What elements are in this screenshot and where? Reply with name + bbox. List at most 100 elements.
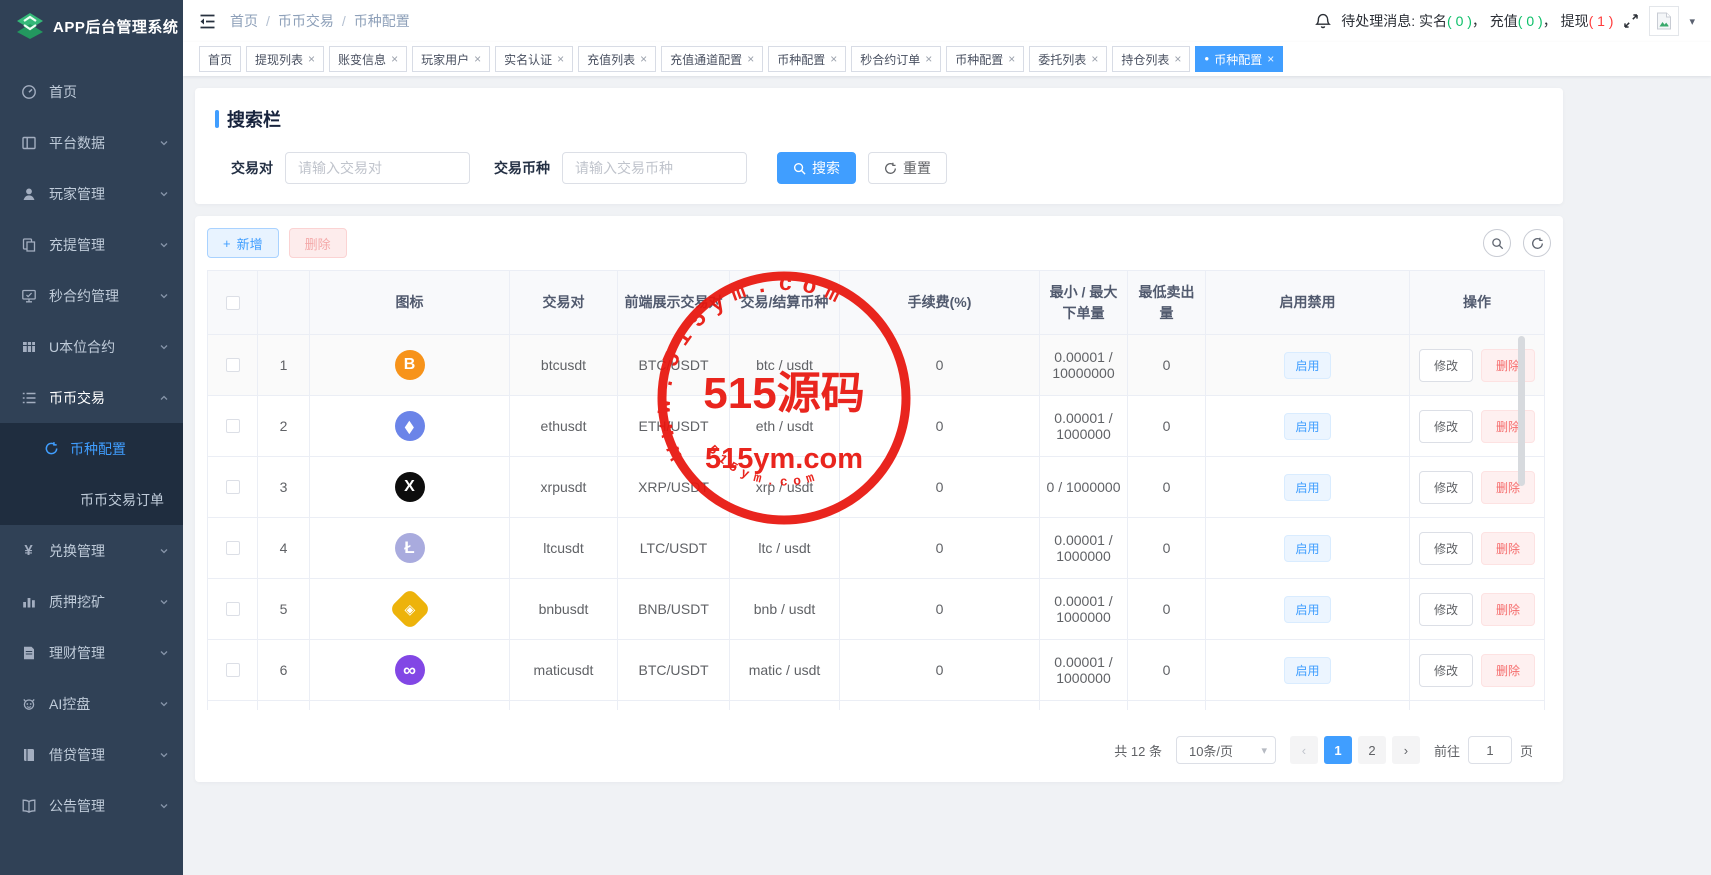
- close-icon[interactable]: ×: [1174, 52, 1181, 66]
- sidebar-item-seconds-contract[interactable]: 秒合约管理: [0, 270, 183, 321]
- close-icon[interactable]: ×: [1091, 52, 1098, 66]
- table-scrollbar-thumb[interactable]: [1518, 336, 1525, 486]
- edit-button[interactable]: 修改: [1419, 410, 1473, 443]
- breadcrumb-separator: /: [342, 13, 346, 29]
- tab-kyc[interactable]: 实名认证×: [495, 46, 573, 72]
- close-icon[interactable]: ×: [830, 52, 837, 66]
- sidebar-item-staking-mining[interactable]: 质押挖矿: [0, 576, 183, 627]
- eth-coin-icon: ◆: [395, 411, 425, 441]
- cell-minsell: 0: [1128, 518, 1206, 579]
- close-icon[interactable]: ×: [1267, 52, 1274, 66]
- sidebar-item-ai-control[interactable]: AI控盘: [0, 678, 183, 729]
- sidebar-item-platform-data[interactable]: 平台数据: [0, 117, 183, 168]
- row-checkbox[interactable]: [226, 358, 240, 372]
- status-badge[interactable]: 启用: [1284, 474, 1330, 501]
- batch-delete-button[interactable]: 删除: [289, 228, 347, 258]
- coin-config-table: 图标 交易对 前端展示交易对 交易/结算币种 手续费(%) 最小 / 最大下单量…: [207, 270, 1545, 710]
- cell-minmax: 0.00001 / 1000000: [1040, 640, 1128, 701]
- edit-button[interactable]: 修改: [1419, 654, 1473, 687]
- fullscreen-icon[interactable]: [1623, 13, 1639, 29]
- row-checkbox[interactable]: [226, 419, 240, 433]
- sidebar-item-announcement-mgmt[interactable]: 公告管理: [0, 780, 183, 831]
- tab-position-list[interactable]: 持仓列表×: [1112, 46, 1190, 72]
- breadcrumb-item-coin-trade[interactable]: 币币交易: [278, 11, 334, 31]
- status-badge[interactable]: 启用: [1284, 596, 1330, 623]
- close-icon[interactable]: ×: [747, 52, 754, 66]
- page-size-select[interactable]: 10条/页 ▾: [1176, 736, 1276, 764]
- edit-button[interactable]: 修改: [1419, 349, 1473, 382]
- title-accent-bar: [215, 110, 219, 128]
- close-icon[interactable]: ×: [1008, 52, 1015, 66]
- page-button-2[interactable]: 2: [1358, 736, 1386, 764]
- edit-button[interactable]: 修改: [1419, 593, 1473, 626]
- chevron-down-icon: [159, 597, 169, 607]
- page-button-1[interactable]: 1: [1324, 736, 1352, 764]
- tab-recharge-list[interactable]: 充值列表×: [578, 46, 656, 72]
- tab-entrust-list[interactable]: 委托列表×: [1029, 46, 1107, 72]
- sidebar-item-home[interactable]: 首页: [0, 66, 183, 117]
- close-icon[interactable]: ×: [308, 52, 315, 66]
- sidebar-item-exchange-mgmt[interactable]: ¥ 兑换管理: [0, 525, 183, 576]
- breadcrumb-item-coin-config[interactable]: 币种配置: [354, 11, 410, 31]
- delete-button[interactable]: 删除: [1481, 410, 1535, 443]
- sidebar-item-deposit-withdraw[interactable]: 充提管理: [0, 219, 183, 270]
- close-icon[interactable]: ×: [557, 52, 564, 66]
- sidebar-subitem-coin-trade-orders[interactable]: 币币交易订单: [0, 474, 183, 525]
- close-icon[interactable]: ×: [391, 52, 398, 66]
- status-badge[interactable]: 启用: [1284, 657, 1330, 684]
- sidebar-item-player-mgmt[interactable]: 玩家管理: [0, 168, 183, 219]
- delete-button[interactable]: 删除: [1481, 654, 1535, 687]
- sidebar-item-u-contract[interactable]: U本位合约: [0, 321, 183, 372]
- delete-button[interactable]: 删除: [1481, 593, 1535, 626]
- tab-coin-config-2[interactable]: 币种配置×: [946, 46, 1024, 72]
- row-checkbox[interactable]: [226, 541, 240, 555]
- sidebar-item-wealth-mgmt[interactable]: 理财管理: [0, 627, 183, 678]
- cell-fee: 0: [840, 579, 1040, 640]
- add-button[interactable]: + 新增: [207, 228, 279, 258]
- delete-button[interactable]: 删除: [1481, 471, 1535, 504]
- user-menu-caret-icon[interactable]: ▾: [1689, 15, 1695, 28]
- select-all-checkbox[interactable]: [226, 296, 240, 310]
- page-title: 搜索栏: [227, 106, 281, 132]
- next-page-button[interactable]: ›: [1392, 736, 1420, 764]
- edit-button[interactable]: 修改: [1419, 532, 1473, 565]
- pair-input[interactable]: [285, 152, 470, 184]
- reset-button[interactable]: 重置: [868, 152, 947, 184]
- close-icon[interactable]: ×: [640, 52, 647, 66]
- bell-icon[interactable]: [1315, 13, 1331, 29]
- row-checkbox[interactable]: [226, 663, 240, 677]
- close-icon[interactable]: ×: [474, 52, 481, 66]
- sidebar-item-coin-trade[interactable]: 币币交易: [0, 372, 183, 423]
- search-button[interactable]: 搜索: [777, 152, 856, 184]
- status-badge[interactable]: 启用: [1284, 352, 1330, 379]
- close-icon[interactable]: ×: [925, 52, 932, 66]
- status-badge[interactable]: 启用: [1284, 535, 1330, 562]
- row-checkbox[interactable]: [226, 480, 240, 494]
- sidebar-subitem-coin-config[interactable]: 币种配置: [0, 423, 183, 474]
- header-settle-pair: 交易/结算币种: [730, 271, 840, 335]
- table-search-toggle-button[interactable]: [1483, 229, 1511, 257]
- chevron-down-icon: [159, 699, 169, 709]
- tab-player-users[interactable]: 玩家用户×: [412, 46, 490, 72]
- avatar[interactable]: [1649, 6, 1679, 36]
- tab-seconds-orders[interactable]: 秒合约订单×: [851, 46, 941, 72]
- tab-coin-config-1[interactable]: 币种配置×: [768, 46, 846, 72]
- prev-page-button[interactable]: ‹: [1290, 736, 1318, 764]
- edit-button[interactable]: 修改: [1419, 471, 1473, 504]
- breadcrumb-item-home[interactable]: 首页: [230, 11, 258, 31]
- tab-coin-config-active[interactable]: ●币种配置×: [1195, 46, 1283, 72]
- sidebar-collapse-icon[interactable]: [199, 13, 216, 30]
- coin-input[interactable]: [562, 152, 747, 184]
- tab-withdraw-list[interactable]: 提现列表×: [246, 46, 324, 72]
- sidebar-item-loan-mgmt[interactable]: 借贷管理: [0, 729, 183, 780]
- delete-button[interactable]: 删除: [1481, 532, 1535, 565]
- tab-account-changes[interactable]: 账变信息×: [329, 46, 407, 72]
- pending-recharge-count: ( 0 ): [1518, 13, 1543, 29]
- jump-page-input[interactable]: [1468, 736, 1512, 764]
- tab-home[interactable]: 首页: [199, 46, 241, 72]
- table-refresh-button[interactable]: [1523, 229, 1551, 257]
- row-checkbox[interactable]: [226, 602, 240, 616]
- delete-button[interactable]: 删除: [1481, 349, 1535, 382]
- status-badge[interactable]: 启用: [1284, 413, 1330, 440]
- tab-recharge-channel-config[interactable]: 充值通道配置×: [661, 46, 763, 72]
